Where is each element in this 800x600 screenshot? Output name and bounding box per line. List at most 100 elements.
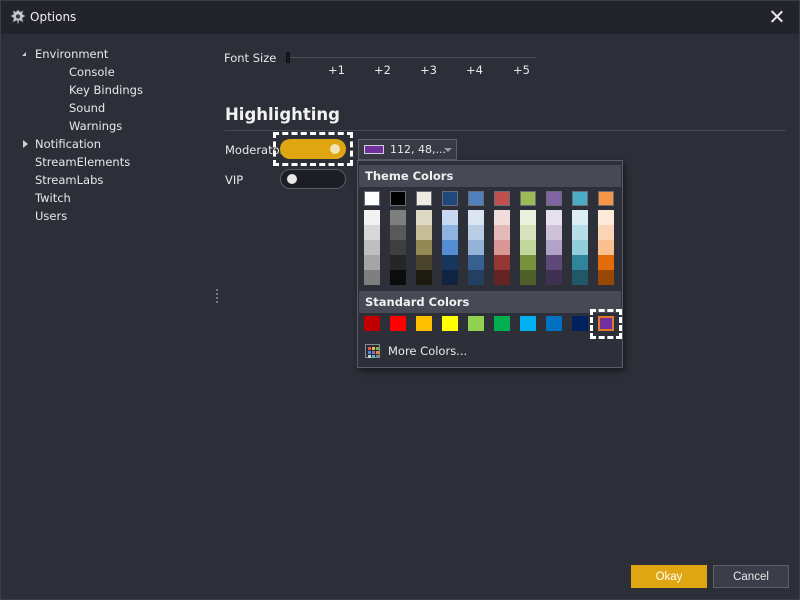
standard-color-cell[interactable] xyxy=(416,316,432,331)
vip-toggle[interactable] xyxy=(280,169,346,189)
theme-color-cell[interactable] xyxy=(520,191,536,206)
theme-shade-cell[interactable] xyxy=(520,210,536,225)
theme-shade-cell[interactable] xyxy=(468,255,484,270)
standard-color-cell[interactable] xyxy=(520,316,536,331)
theme-shade-cell[interactable] xyxy=(390,240,406,255)
theme-shade-cell[interactable] xyxy=(364,210,380,225)
selected-color-swatch xyxy=(364,145,384,154)
font-size-tick: +5 xyxy=(513,63,530,77)
theme-shade-cell[interactable] xyxy=(520,255,536,270)
font-size-slider-thumb[interactable] xyxy=(286,52,290,63)
font-size-tick: +4 xyxy=(466,63,483,77)
standard-color-cell[interactable] xyxy=(468,316,484,331)
theme-shade-cell[interactable] xyxy=(598,255,614,270)
theme-shade-cell[interactable] xyxy=(442,240,458,255)
theme-shade-cell[interactable] xyxy=(598,270,614,285)
theme-shade-cell[interactable] xyxy=(468,240,484,255)
theme-shade-cell[interactable] xyxy=(572,255,588,270)
theme-shade-cell[interactable] xyxy=(520,270,536,285)
theme-shade-cell[interactable] xyxy=(442,210,458,225)
theme-color-cell[interactable] xyxy=(390,191,406,206)
theme-colors-header: Theme Colors xyxy=(359,165,621,187)
expanded-arrow-icon[interactable] xyxy=(19,45,31,63)
theme-color-cell[interactable] xyxy=(442,191,458,206)
theme-shade-cell[interactable] xyxy=(390,210,406,225)
theme-shade-cell[interactable] xyxy=(416,240,432,255)
theme-shade-cell[interactable] xyxy=(416,270,432,285)
color-picker-dropdown[interactable]: 112, 48,... xyxy=(358,139,457,160)
theme-shade-cell[interactable] xyxy=(572,240,588,255)
standard-color-cell[interactable] xyxy=(390,316,406,331)
standard-color-cell[interactable] xyxy=(442,316,458,331)
standard-color-cell[interactable] xyxy=(494,316,510,331)
section-divider xyxy=(225,130,786,131)
theme-shade-cell[interactable] xyxy=(520,225,536,240)
okay-button[interactable]: Okay xyxy=(631,565,707,588)
theme-shade-cell[interactable] xyxy=(494,225,510,240)
tree-item-label: Warnings xyxy=(69,119,123,133)
theme-color-cell[interactable] xyxy=(572,191,588,206)
theme-shade-cell[interactable] xyxy=(546,225,562,240)
theme-shade-cell[interactable] xyxy=(468,270,484,285)
tree-item-label: StreamElements xyxy=(35,155,131,169)
theme-shade-cell[interactable] xyxy=(442,225,458,240)
theme-shade-cell[interactable] xyxy=(442,270,458,285)
standard-color-cell[interactable] xyxy=(546,316,562,331)
standard-colors-header: Standard Colors xyxy=(359,291,621,313)
font-size-tick: +1 xyxy=(328,63,345,77)
theme-shade-cell[interactable] xyxy=(546,240,562,255)
theme-color-cell[interactable] xyxy=(546,191,562,206)
more-colors-label: More Colors... xyxy=(388,344,468,358)
theme-shade-cell[interactable] xyxy=(364,255,380,270)
color-value-text: 112, 48,... xyxy=(390,143,446,156)
tree-item-label: Console xyxy=(69,65,115,79)
theme-shade-cell[interactable] xyxy=(572,210,588,225)
theme-shade-cell[interactable] xyxy=(494,210,510,225)
theme-shade-cell[interactable] xyxy=(468,210,484,225)
theme-shade-cell[interactable] xyxy=(494,255,510,270)
theme-shade-cell[interactable] xyxy=(598,225,614,240)
theme-color-cell[interactable] xyxy=(494,191,510,206)
theme-shade-cell[interactable] xyxy=(416,255,432,270)
theme-shade-cell[interactable] xyxy=(494,270,510,285)
theme-shade-cell[interactable] xyxy=(546,270,562,285)
moderator-toggle[interactable] xyxy=(280,139,346,159)
splitter-handle[interactable] xyxy=(216,289,219,305)
standard-color-cell[interactable] xyxy=(364,316,380,331)
selected-color-highlight xyxy=(590,309,622,339)
theme-shade-cell[interactable] xyxy=(572,225,588,240)
theme-shade-cell[interactable] xyxy=(390,270,406,285)
close-icon[interactable] xyxy=(767,7,787,27)
window-title: Options xyxy=(30,10,77,24)
chevron-down-icon xyxy=(444,148,452,152)
font-size-slider[interactable] xyxy=(286,57,536,58)
theme-color-cell[interactable] xyxy=(598,191,614,206)
theme-shade-cell[interactable] xyxy=(416,225,432,240)
tree-item-label: Key Bindings xyxy=(69,83,143,97)
collapsed-arrow-icon[interactable] xyxy=(19,135,31,153)
theme-shade-cell[interactable] xyxy=(364,270,380,285)
theme-shade-cell[interactable] xyxy=(546,210,562,225)
theme-color-cell[interactable] xyxy=(416,191,432,206)
theme-shade-cell[interactable] xyxy=(520,240,536,255)
theme-shade-cell[interactable] xyxy=(468,225,484,240)
cancel-button[interactable]: Cancel xyxy=(713,565,789,588)
standard-color-cell[interactable] xyxy=(572,316,588,331)
theme-shade-cell[interactable] xyxy=(442,255,458,270)
theme-shade-cell[interactable] xyxy=(572,270,588,285)
theme-shade-cell[interactable] xyxy=(364,225,380,240)
theme-shade-cell[interactable] xyxy=(364,240,380,255)
theme-shade-cell[interactable] xyxy=(598,240,614,255)
theme-color-cell[interactable] xyxy=(468,191,484,206)
title-bar: Options xyxy=(1,1,799,34)
toggle-knob xyxy=(330,144,340,154)
theme-shade-cell[interactable] xyxy=(598,210,614,225)
toggle-knob xyxy=(287,174,297,184)
theme-color-cell[interactable] xyxy=(364,191,380,206)
theme-shade-cell[interactable] xyxy=(546,255,562,270)
theme-shade-cell[interactable] xyxy=(494,240,510,255)
theme-shade-cell[interactable] xyxy=(390,255,406,270)
theme-shade-cell[interactable] xyxy=(390,225,406,240)
options-window: Options Environment Console Key Bindings So… xyxy=(0,0,800,600)
theme-shade-cell[interactable] xyxy=(416,210,432,225)
